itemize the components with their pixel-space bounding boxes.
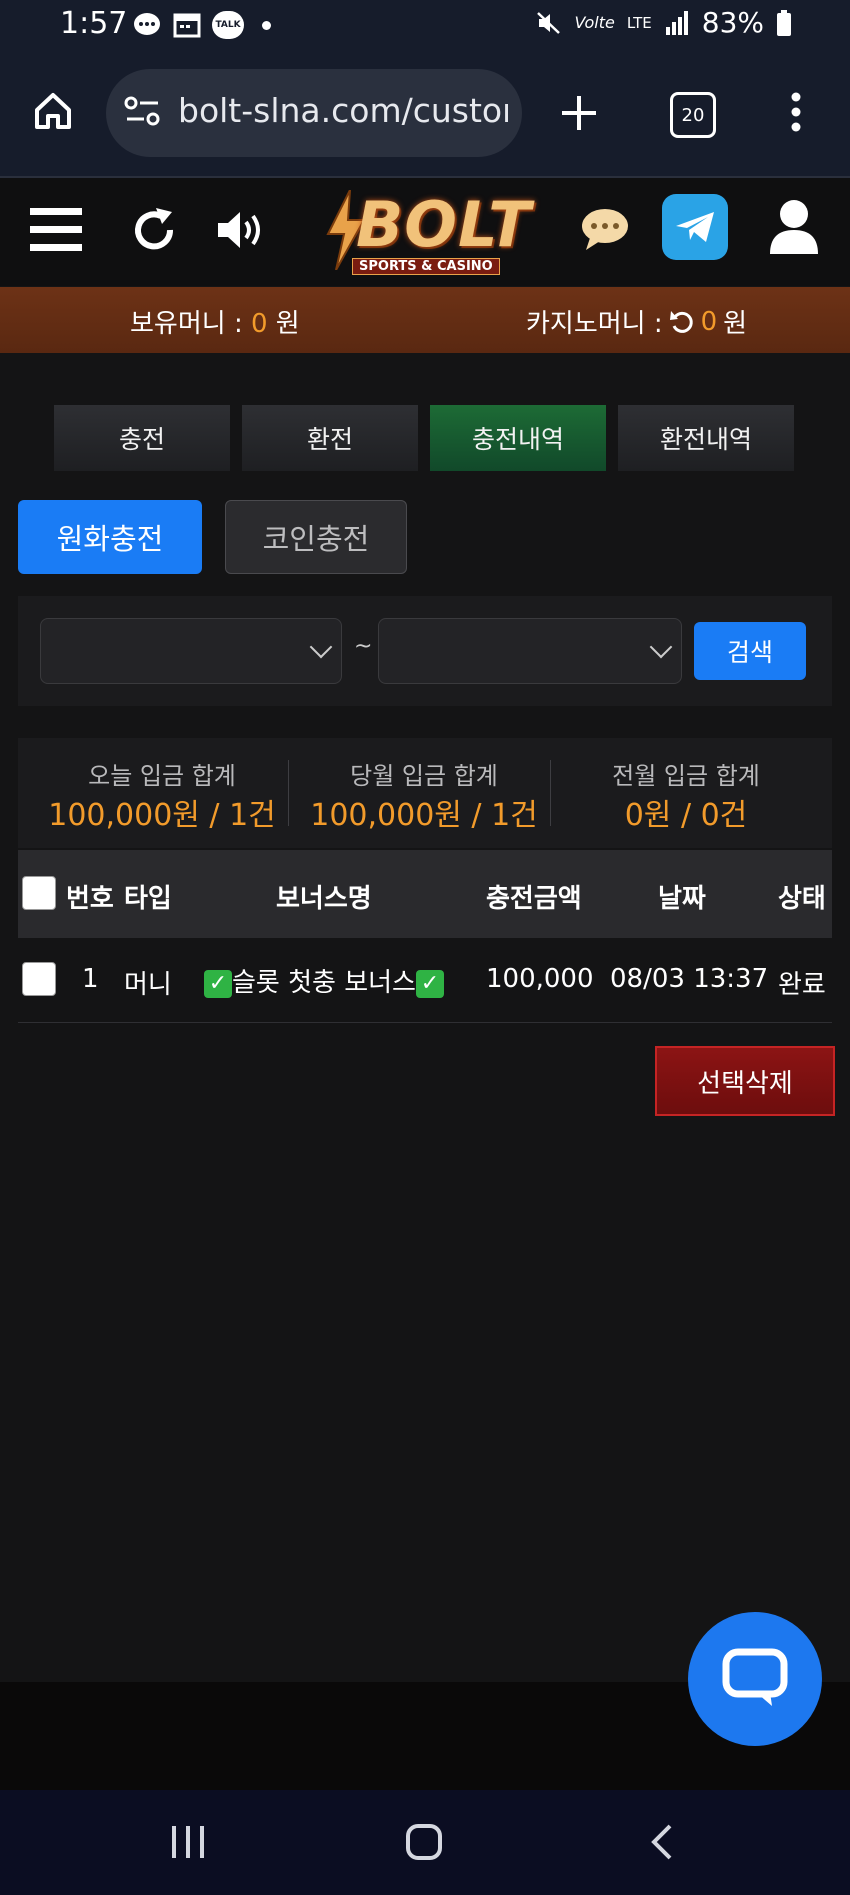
check-icon: ✓ xyxy=(415,969,444,998)
subtab-krw-deposit[interactable]: 원화충전 xyxy=(18,500,202,574)
back-icon[interactable] xyxy=(648,1822,676,1862)
new-tab-icon[interactable] xyxy=(558,92,600,134)
row-number: 1 xyxy=(82,964,99,994)
site-header: BOLT SPORTS & CASINO xyxy=(0,178,850,286)
summary-last-month-label: 전월 입금 합계 xyxy=(612,762,760,790)
summary-month-label: 당월 입금 합계 xyxy=(350,762,498,790)
summary-today-label: 오늘 입금 합계 xyxy=(88,762,236,790)
row-type: 머니 xyxy=(124,970,172,1000)
signal-icon xyxy=(665,10,688,35)
search-button[interactable]: 검색 xyxy=(694,622,806,680)
status-bar: 1:57 TALK Volte LTE 83% xyxy=(0,0,850,50)
site-settings-icon[interactable] xyxy=(124,95,162,129)
tab-switcher-button[interactable]: 20 xyxy=(670,92,716,138)
chevron-down-icon xyxy=(309,635,333,659)
table-header: 번호 타입 보너스명 충전금액 날짜 상태 xyxy=(18,850,832,938)
tab-deposit-history[interactable]: 충전내역 xyxy=(430,405,606,471)
tab-withdraw[interactable]: 환전 xyxy=(242,405,418,471)
casino-money: 카지노머니 : 0 원 xyxy=(526,303,747,340)
start-date-select[interactable] xyxy=(40,618,342,684)
casino-money-value: 0 xyxy=(700,306,718,337)
summary-today-value: 100,000원 / 1건 xyxy=(48,798,276,833)
brand-logo[interactable]: BOLT SPORTS & CASINO xyxy=(318,186,533,278)
brand-name: BOLT xyxy=(356,188,532,261)
kakaotalk-icon: TALK xyxy=(212,11,244,39)
status-right: Volte LTE 83% xyxy=(536,6,792,39)
chevron-down-icon xyxy=(649,635,673,659)
home-nav-icon[interactable] xyxy=(404,1822,444,1862)
sound-icon[interactable] xyxy=(216,208,270,252)
header-number: 번호 xyxy=(66,884,114,914)
select-all-checkbox[interactable] xyxy=(22,876,56,910)
held-money-value: 0 xyxy=(250,309,268,339)
summary-month-value: 100,000원 / 1건 xyxy=(310,798,538,833)
date-separator: ~ xyxy=(354,634,373,659)
telegram-button[interactable] xyxy=(662,194,728,260)
row-bonus-name: 슬롯 첫충 보너스 xyxy=(232,968,416,998)
mute-icon xyxy=(537,11,561,34)
header-bonus: 보너스명 xyxy=(276,884,372,914)
address-bar[interactable]: bolt-slna.com/custor xyxy=(106,69,522,157)
url-text[interactable]: bolt-slna.com/custor xyxy=(178,91,508,130)
recent-apps-icon[interactable] xyxy=(170,1822,206,1862)
system-nav-bar xyxy=(0,1790,850,1895)
chat-bubble-icon xyxy=(134,13,160,35)
deposit-summary: 오늘 입금 합계 100,000원 / 1건 당월 입금 합계 100,000원… xyxy=(18,738,832,848)
notification-icons: TALK xyxy=(132,10,271,40)
tab-withdraw-history[interactable]: 환전내역 xyxy=(618,405,794,471)
summary-month: 당월 입금 합계 100,000원 / 1건 xyxy=(294,738,554,848)
refresh-icon[interactable] xyxy=(130,206,178,254)
summary-divider xyxy=(550,760,551,826)
menu-icon[interactable] xyxy=(30,206,82,254)
held-money-label: 보유머니 : xyxy=(130,309,243,339)
header-status: 상태 xyxy=(778,884,826,914)
money-bar: 보유머니 : 0 원 카지노머니 : 0 원 xyxy=(0,287,850,353)
calendar-icon xyxy=(173,13,201,38)
more-options-icon[interactable] xyxy=(786,90,806,134)
summary-last-month: 전월 입금 합계 0원 / 0건 xyxy=(556,738,816,848)
header-type: 타입 xyxy=(124,884,172,914)
casino-refresh-icon[interactable] xyxy=(669,309,695,335)
battery-icon xyxy=(777,9,791,36)
dot-indicator xyxy=(262,20,271,30)
held-money-unit: 원 xyxy=(275,309,300,339)
header-date: 날짜 xyxy=(658,884,706,914)
chat-bubble-icon xyxy=(722,1648,788,1706)
casino-money-label: 카지노머니 : xyxy=(526,309,663,339)
status-time: 1:57 xyxy=(60,6,128,41)
home-icon[interactable] xyxy=(32,90,74,132)
held-money: 보유머니 : 0 원 xyxy=(130,303,300,340)
user-icon[interactable] xyxy=(768,198,820,256)
date-search-row: ~ 검색 xyxy=(18,596,832,706)
tab-deposit[interactable]: 충전 xyxy=(54,405,230,471)
chat-icon[interactable] xyxy=(580,206,630,252)
delete-selected-button[interactable]: 선택삭제 xyxy=(655,1046,835,1116)
table-row: 1 머니 ✓ 슬롯 첫충 보너스 ✓ 100,000 08/03 13:37 완료 xyxy=(18,938,832,1023)
volte-label: Volte xyxy=(574,13,615,32)
subtab-coin-deposit[interactable]: 코인충전 xyxy=(225,500,407,574)
summary-last-month-value: 0원 / 0건 xyxy=(624,798,748,833)
brand-subtitle: SPORTS & CASINO xyxy=(352,258,500,275)
tab-count: 20 xyxy=(681,104,705,126)
casino-money-unit: 원 xyxy=(723,309,748,339)
row-amount: 100,000 xyxy=(486,964,594,994)
telegram-icon xyxy=(676,212,714,242)
browser-toolbar: bolt-slna.com/custor 20 xyxy=(0,50,850,178)
summary-divider xyxy=(288,760,289,826)
lte-label: LTE xyxy=(626,13,652,32)
row-checkbox[interactable] xyxy=(22,962,56,996)
battery-percent: 83% xyxy=(701,6,764,39)
row-bonus: ✓ 슬롯 첫충 보너스 ✓ xyxy=(204,962,444,999)
row-status: 완료 xyxy=(778,970,826,1000)
live-chat-button[interactable] xyxy=(688,1612,822,1746)
header-amount: 충전금액 xyxy=(486,884,582,914)
row-date: 08/03 13:37 xyxy=(610,964,769,994)
summary-today: 오늘 입금 합계 100,000원 / 1건 xyxy=(32,738,292,848)
end-date-select[interactable] xyxy=(378,618,682,684)
check-icon: ✓ xyxy=(204,969,232,998)
